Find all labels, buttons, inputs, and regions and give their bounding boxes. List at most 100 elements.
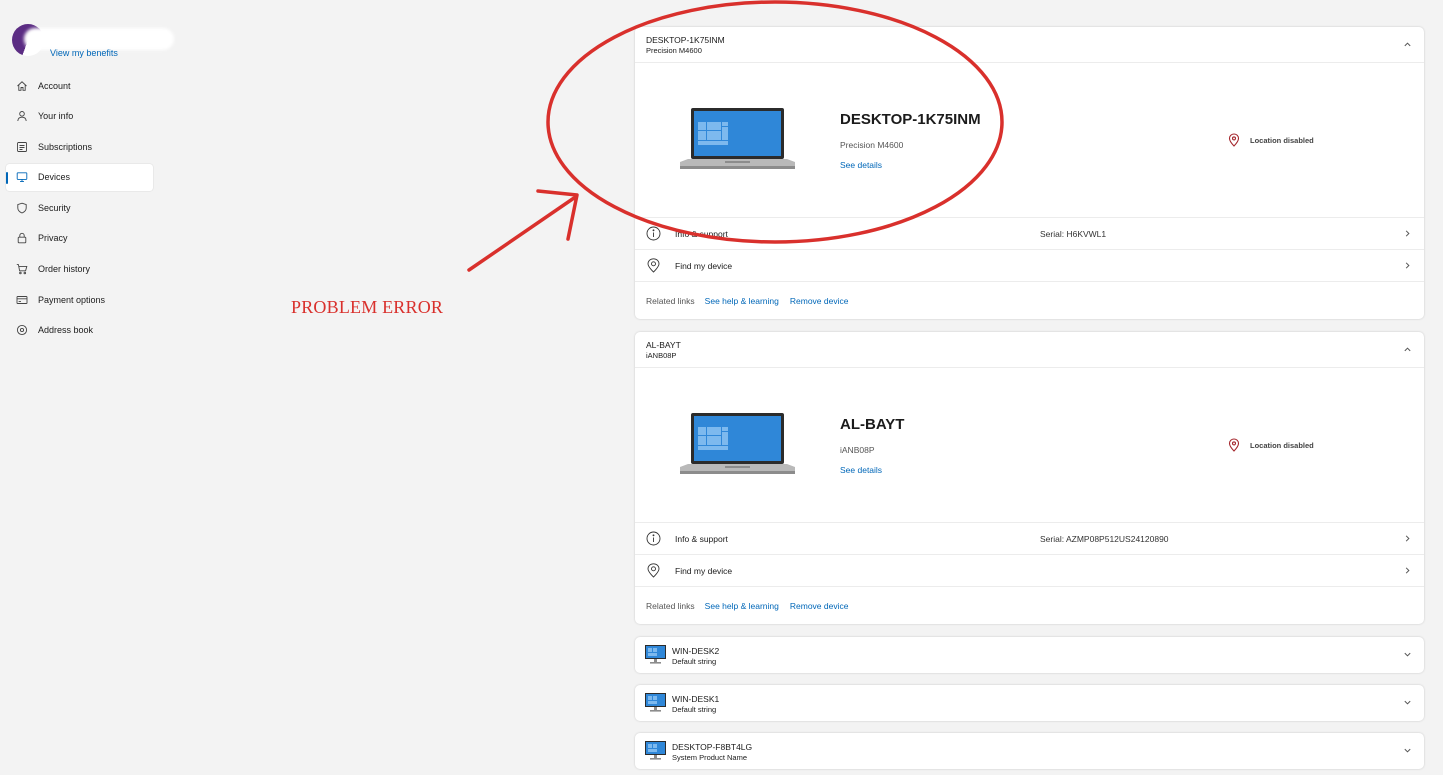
- redacted-name: [24, 28, 174, 50]
- location-status-text: Location disabled: [1250, 440, 1314, 450]
- location-status-text: Location disabled: [1250, 135, 1314, 145]
- device-card-collapsed[interactable]: WIN-DESK1 Default string: [635, 685, 1424, 721]
- related-links: Related links See help & learning Remove…: [635, 282, 1424, 319]
- related-links-label: Related links: [646, 295, 695, 306]
- monitor-icon: [16, 171, 28, 183]
- subscriptions-icon: [16, 141, 28, 153]
- chevron-down-icon[interactable]: [1403, 746, 1412, 755]
- device-name: WIN-DESK2: [672, 646, 720, 656]
- sidebar-item-label: Privacy: [38, 233, 68, 244]
- sidebar-item-label: Security: [38, 202, 71, 213]
- chevron-right-icon: [1403, 534, 1412, 543]
- device-card-header[interactable]: AL-BAYT iANB08P: [635, 332, 1424, 368]
- chevron-right-icon: [1403, 261, 1412, 270]
- sidebar-item-label: Address book: [38, 325, 94, 336]
- annotation-arrow: [467, 189, 579, 272]
- device-name: WIN-DESK1: [672, 694, 720, 704]
- sidebar-item-order-history[interactable]: Order history: [6, 256, 153, 283]
- info-support-row[interactable]: Info & support Serial: AZMP08P512US24120…: [635, 523, 1424, 555]
- device-header-model: iANB08P: [646, 351, 677, 360]
- person-icon: [16, 110, 28, 122]
- laptop-illustration: [680, 413, 795, 474]
- location-pin-icon: [646, 563, 661, 578]
- device-model: Default string: [672, 705, 717, 714]
- device-card: AL-BAYT iANB08P AL-BAYT iANB08P See deta…: [635, 332, 1424, 624]
- device-card-header[interactable]: DESKTOP-1K75INM Precision M4600: [635, 27, 1424, 63]
- chevron-right-icon: [1403, 229, 1412, 238]
- device-card-body: DESKTOP-1K75INM Precision M4600 See deta…: [635, 63, 1424, 218]
- sidebar-item-payment-options[interactable]: Payment options: [6, 286, 153, 313]
- info-icon: [646, 531, 661, 546]
- device-name: DESKTOP-F8BT4LG: [672, 742, 753, 752]
- remove-device-link[interactable]: Remove device: [790, 601, 849, 611]
- sidebar-item-label: Subscriptions: [38, 141, 93, 152]
- shield-icon: [16, 202, 28, 214]
- desktop-pc-icon: [645, 741, 666, 760]
- location-pin-icon: [646, 258, 661, 273]
- chevron-right-icon: [1403, 566, 1412, 575]
- sidebar-item-privacy[interactable]: Privacy: [6, 225, 153, 252]
- device-card: DESKTOP-1K75INM Precision M4600 DESKTOP-…: [635, 27, 1424, 319]
- device-model: iANB08P: [840, 445, 875, 455]
- device-title: AL-BAYT: [840, 416, 905, 433]
- serial-number: Serial: AZMP08P512US24120890: [1040, 533, 1169, 544]
- device-model: Default string: [672, 657, 717, 666]
- device-card-collapsed[interactable]: DESKTOP-F8BT4LG System Product Name: [635, 733, 1424, 769]
- sidebar-item-devices[interactable]: Devices: [6, 163, 153, 191]
- find-my-device-row[interactable]: Find my device: [635, 555, 1424, 587]
- sidebar-item-account[interactable]: Account: [6, 72, 153, 99]
- device-header-name: AL-BAYT: [646, 340, 681, 350]
- sidebar-item-your-info[interactable]: Your info: [6, 103, 153, 130]
- device-title: DESKTOP-1K75INM: [840, 111, 981, 128]
- location-pin-icon: [16, 324, 28, 336]
- sidebar-item-label: Account: [38, 80, 71, 91]
- sidebar-item-label: Your info: [38, 111, 74, 122]
- serial-number: Serial: H6KVWL1: [1040, 228, 1107, 239]
- desktop-pc-icon: [645, 693, 666, 712]
- chevron-down-icon[interactable]: [1403, 698, 1412, 707]
- card-icon: [16, 294, 28, 306]
- desktop-pc-icon: [645, 645, 666, 664]
- home-icon: [16, 80, 28, 92]
- sidebar-nav: Account Your info Subscriptions Devices …: [6, 72, 153, 347]
- device-header-name: DESKTOP-1K75INM: [646, 35, 725, 45]
- laptop-illustration: [680, 108, 795, 169]
- see-details-link[interactable]: See details: [840, 160, 882, 170]
- info-support-label: Info & support: [675, 533, 728, 544]
- find-my-device-label: Find my device: [675, 565, 733, 576]
- sidebar-item-label: Order history: [38, 264, 91, 275]
- cart-icon: [16, 263, 28, 275]
- location-pin-icon: [1228, 133, 1240, 147]
- sidebar-item-label: Devices: [38, 172, 71, 183]
- sidebar-item-subscriptions[interactable]: Subscriptions: [6, 133, 153, 160]
- sidebar-item-security[interactable]: Security: [6, 194, 153, 221]
- lock-icon: [16, 232, 28, 244]
- info-support-row[interactable]: Info & support Serial: H6KVWL1: [635, 218, 1424, 250]
- view-benefits-link[interactable]: View my benefits: [50, 48, 118, 58]
- see-details-link[interactable]: See details: [840, 465, 882, 475]
- related-links-label: Related links: [646, 600, 695, 611]
- info-icon: [646, 226, 661, 241]
- location-status: Location disabled: [1228, 438, 1314, 452]
- related-links: Related links See help & learning Remove…: [635, 587, 1424, 624]
- remove-device-link[interactable]: Remove device: [790, 296, 849, 306]
- chevron-up-icon[interactable]: [1403, 40, 1412, 49]
- see-help-link[interactable]: See help & learning: [705, 296, 779, 306]
- find-my-device-label: Find my device: [675, 260, 733, 271]
- chevron-up-icon[interactable]: [1403, 345, 1412, 354]
- profile-header: View my benefits: [10, 22, 174, 62]
- info-support-label: Info & support: [675, 228, 728, 239]
- location-status: Location disabled: [1228, 133, 1314, 147]
- chevron-down-icon[interactable]: [1403, 650, 1412, 659]
- location-pin-icon: [1228, 438, 1240, 452]
- annotation-label: PROBLEM ERROR: [291, 297, 444, 317]
- device-header-model: Precision M4600: [646, 46, 702, 55]
- device-card-collapsed[interactable]: WIN-DESK2 Default string: [635, 637, 1424, 673]
- device-model: Precision M4600: [840, 140, 904, 150]
- sidebar-item-address-book[interactable]: Address book: [6, 317, 153, 344]
- device-card-body: AL-BAYT iANB08P See details Location dis…: [635, 368, 1424, 523]
- sidebar-item-label: Payment options: [38, 294, 106, 305]
- device-model: System Product Name: [672, 753, 748, 762]
- see-help-link[interactable]: See help & learning: [705, 601, 779, 611]
- find-my-device-row[interactable]: Find my device: [635, 250, 1424, 282]
